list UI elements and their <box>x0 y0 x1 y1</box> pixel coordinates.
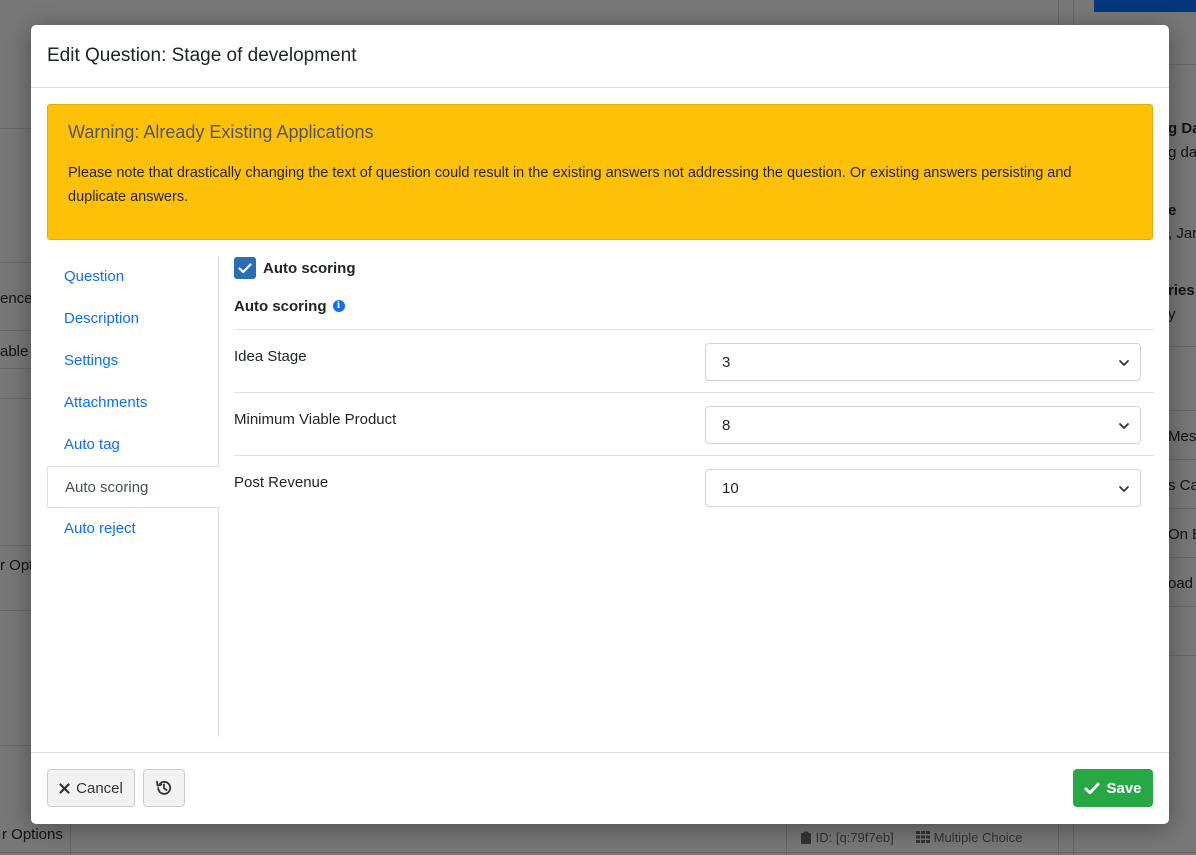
score-row: Idea Stage 3 <box>234 330 1154 393</box>
nav-item-question[interactable]: Question <box>47 256 218 298</box>
chevron-down-icon <box>1119 486 1129 492</box>
checkmark-icon <box>238 262 252 273</box>
chevron-down-icon <box>1119 423 1129 429</box>
mvp-score-select[interactable]: 8 <box>705 406 1141 444</box>
chevron-down-icon <box>1119 360 1129 366</box>
nav-item-description[interactable]: Description <box>47 298 218 340</box>
score-label: Minimum Viable Product <box>234 411 397 428</box>
auto-scoring-toggle[interactable]: Auto scoring <box>234 256 1154 280</box>
warning-alert: Warning: Already Existing Applications P… <box>47 104 1153 240</box>
info-icon[interactable]: i <box>332 300 345 312</box>
modal-footer: Cancel Save <box>31 752 1169 824</box>
nav-item-auto-scoring[interactable]: Auto scoring <box>47 466 220 508</box>
edit-question-modal: Edit Question: Stage of development Warn… <box>31 25 1169 824</box>
history-button[interactable] <box>143 769 185 807</box>
auto-scoring-heading: Auto scoring i <box>234 296 1154 316</box>
nav-item-auto-reject[interactable]: Auto reject <box>47 508 218 550</box>
idea-stage-score-select[interactable]: 3 <box>705 343 1141 381</box>
side-nav: Question Description Settings Attachment… <box>47 256 220 737</box>
modal-header: Edit Question: Stage of development <box>31 25 1169 88</box>
nav-item-auto-tag[interactable]: Auto tag <box>47 424 218 466</box>
cancel-button[interactable]: Cancel <box>47 769 135 807</box>
post-revenue-score-select[interactable]: 10 <box>705 469 1141 507</box>
check-icon <box>1084 782 1101 794</box>
score-table: Idea Stage 3 Minimum Viable Product 8 Po… <box>234 329 1154 519</box>
warning-title: Warning: Already Existing Applications <box>68 122 374 142</box>
score-row: Minimum Viable Product 8 <box>234 393 1154 456</box>
nav-item-settings[interactable]: Settings <box>47 340 218 382</box>
auto-scoring-panel: Auto scoring Auto scoring i Idea Stage 3… <box>234 256 1154 519</box>
score-label: Post Revenue <box>234 474 329 491</box>
score-label: Idea Stage <box>234 348 307 365</box>
save-button[interactable]: Save <box>1073 769 1153 807</box>
history-icon <box>156 780 172 795</box>
auto-scoring-checkbox-label[interactable]: Auto scoring <box>263 260 356 277</box>
modal-title: Edit Question: Stage of development <box>47 45 357 66</box>
auto-scoring-checkbox[interactable] <box>234 257 256 279</box>
nav-item-attachments[interactable]: Attachments <box>47 382 218 424</box>
close-icon <box>59 782 70 794</box>
warning-text: Please note that drastically changing th… <box>68 165 1072 205</box>
score-row: Post Revenue 10 <box>234 456 1154 519</box>
